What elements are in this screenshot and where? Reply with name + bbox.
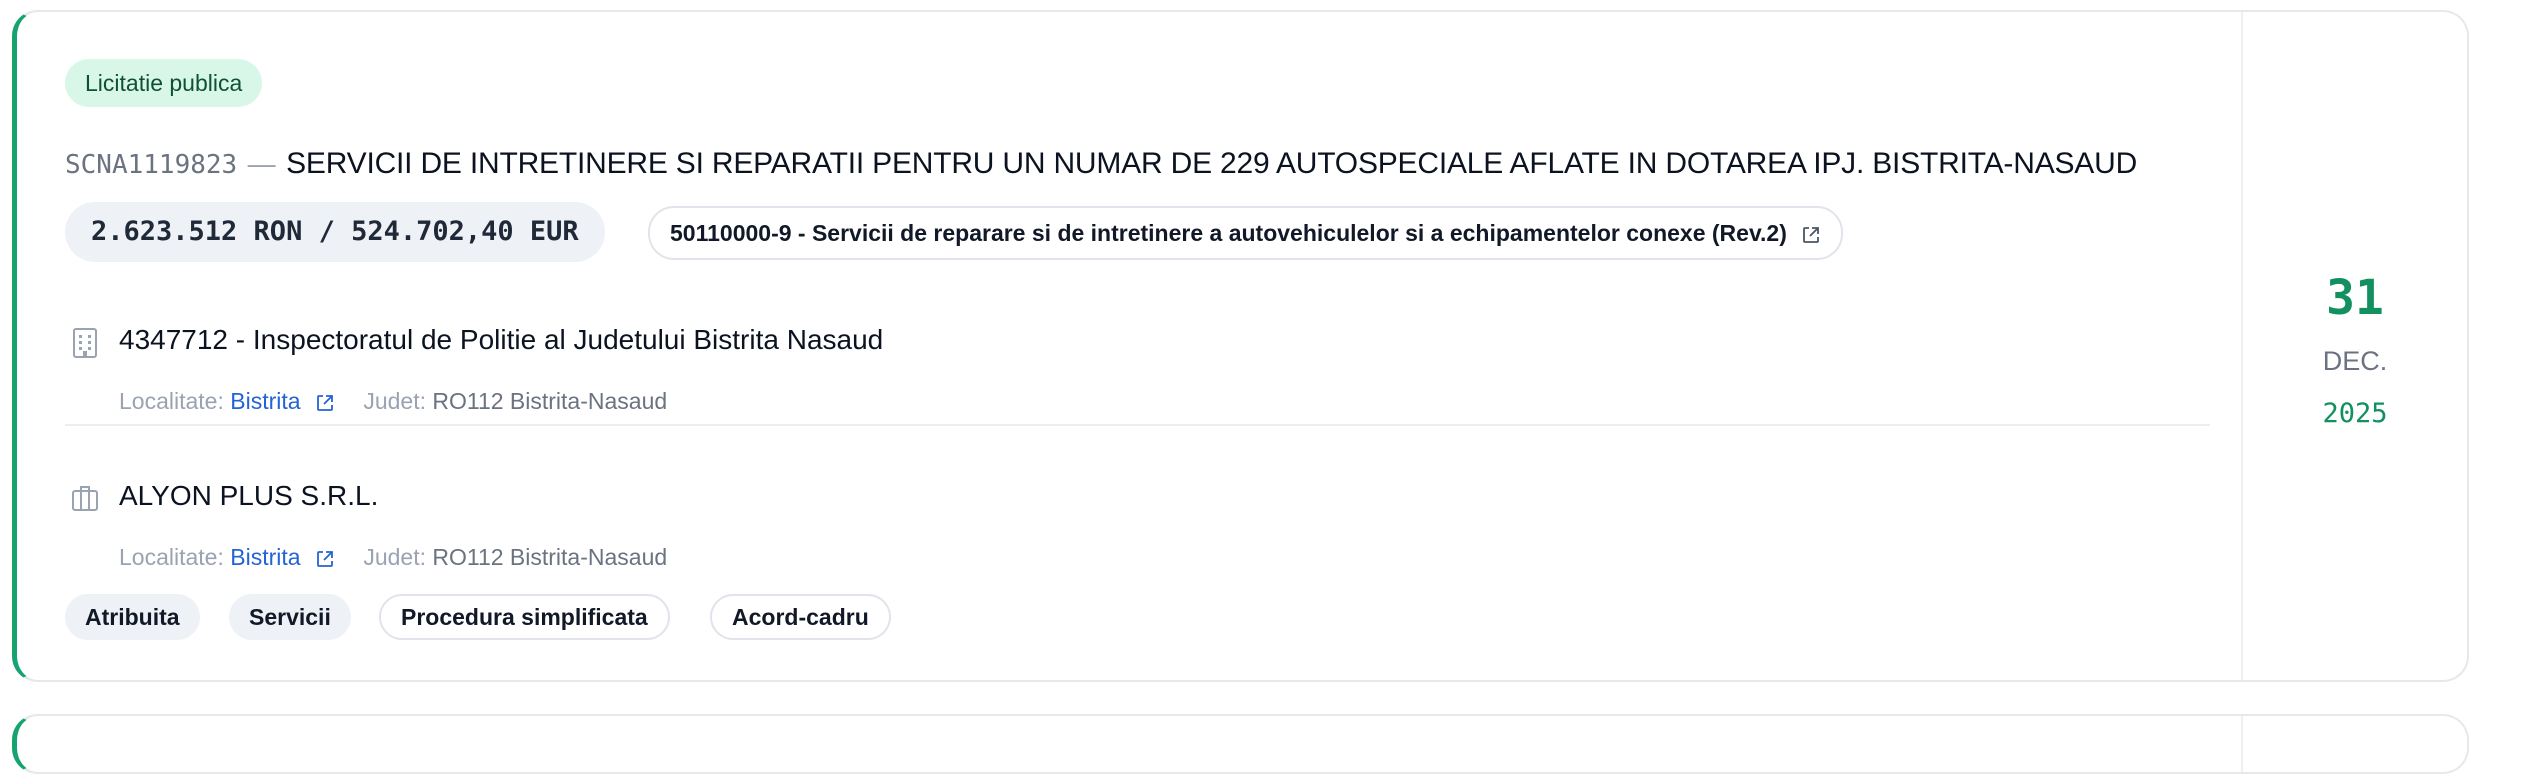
supplier-name[interactable]: ALYON PLUS S.R.L.: [119, 480, 378, 512]
authority-locality-label: Localitate:: [119, 388, 224, 414]
title-separator: —: [247, 148, 276, 179]
procedure-type-badge: Licitatie publica: [65, 59, 263, 107]
contract-value: 2.623.512 RON / 524.702,40 EUR: [65, 202, 605, 262]
date-month: DEC.: [2322, 346, 2388, 376]
building-icon: [73, 328, 97, 358]
notice-code: SCNA1119823: [65, 150, 238, 180]
notice-title-row[interactable]: SCNA1119823 — SERVICII DE INTRETINERE SI…: [65, 142, 2137, 191]
external-link-icon: [1803, 227, 1820, 243]
date-year: 2025: [2322, 398, 2388, 429]
supplier-locality-link[interactable]: Bistrita: [230, 544, 300, 570]
supplier-meta: Localitate: Bistrita Judet: RO112 Bistri…: [119, 544, 667, 571]
next-deadline-date: [2241, 716, 2467, 772]
external-link-icon[interactable]: [315, 393, 335, 413]
tag-category[interactable]: Servicii: [229, 594, 351, 640]
authority-name[interactable]: 4347712 - Inspectoratul de Politie al Ju…: [119, 324, 883, 356]
briefcase-icon: [72, 486, 98, 511]
date-day: 31: [2326, 270, 2384, 326]
deadline-date: 31 DEC. 2025: [2241, 12, 2467, 680]
notice-title[interactable]: SERVICII DE INTRETINERE SI REPARATII PEN…: [286, 147, 2137, 180]
tag-status[interactable]: Atribuita: [65, 594, 200, 640]
cpv-label: 50110000-9 - Servicii de reparare si de …: [670, 220, 1787, 246]
cpv-link[interactable]: 50110000-9 - Servicii de reparare si de …: [648, 206, 1844, 260]
supplier-county-label: Judet:: [363, 544, 426, 570]
tender-main: Licitatie publica SCNA1119823 — SERVICII…: [17, 12, 2243, 680]
external-link-icon[interactable]: [315, 549, 335, 569]
tag-procedure[interactable]: Procedura simplificata: [379, 594, 670, 640]
authority-county: RO112 Bistrita-Nasaud: [432, 388, 668, 414]
section-divider: [65, 424, 2210, 426]
supplier-county: RO112 Bistrita-Nasaud: [432, 544, 668, 570]
next-tender-card[interactable]: [12, 714, 2469, 774]
supplier-locality-label: Localitate:: [119, 544, 224, 570]
authority-county-label: Judet:: [363, 388, 426, 414]
authority-meta: Localitate: Bistrita Judet: RO112 Bistri…: [119, 388, 667, 415]
tag-agreement[interactable]: Acord-cadru: [710, 594, 891, 640]
authority-locality-link[interactable]: Bistrita: [230, 388, 300, 414]
tender-card[interactable]: Licitatie publica SCNA1119823 — SERVICII…: [12, 10, 2469, 682]
